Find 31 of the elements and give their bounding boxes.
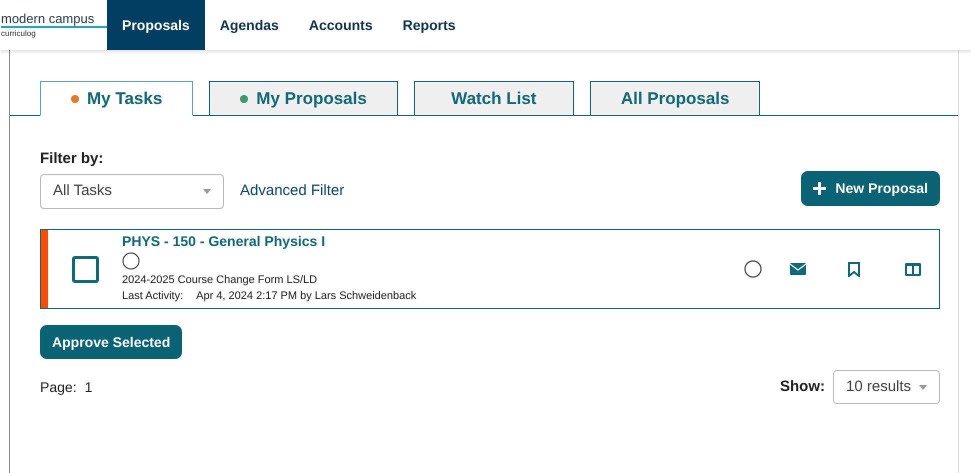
- nav-tab[interactable]: Accounts: [294, 0, 388, 50]
- tab[interactable]: Watch List: [414, 81, 574, 115]
- bookmark-icon[interactable]: [848, 262, 860, 276]
- circle-icon: [122, 252, 140, 270]
- results-dropdown[interactable]: 10 results: [833, 370, 940, 404]
- activity-label: Last Activity:: [122, 289, 184, 303]
- caret-icon: [203, 189, 211, 194]
- approve-selected-button[interactable]: Approve Selected: [40, 325, 182, 359]
- tab[interactable]: My Proposals: [209, 81, 398, 115]
- tab[interactable]: My Tasks: [40, 81, 194, 116]
- form-name: 2024-2025 Course Change Form LS/LD: [122, 273, 318, 287]
- last-activity: Apr 4, 2024 2:17 PM by Lars Schweidenback: [196, 289, 416, 303]
- nav-tab[interactable]: Proposals: [107, 0, 205, 50]
- new-proposal-button[interactable]: New Proposal: [801, 171, 940, 206]
- page-label: Page:: [40, 378, 77, 397]
- proposal-title[interactable]: PHYS - 150 - General Physics I: [122, 233, 744, 250]
- nav-tab[interactable]: Agendas: [204, 0, 294, 50]
- filter-label: Filter by:: [40, 150, 104, 168]
- tab[interactable]: All Proposals: [590, 81, 760, 115]
- nav-tab[interactable]: Reports: [388, 0, 471, 50]
- plus-icon: [813, 182, 826, 195]
- logo-product: curriculog: [1, 28, 37, 39]
- show-label: Show:: [780, 376, 825, 397]
- envelope-icon[interactable]: [790, 263, 806, 275]
- columns-icon[interactable]: [905, 262, 921, 276]
- checkbox[interactable]: [72, 256, 98, 282]
- page-number: 1: [84, 378, 92, 396]
- circle-icon[interactable]: [744, 260, 762, 278]
- advanced-filter-link[interactable]: Advanced Filter: [240, 180, 344, 203]
- task-filter-dropdown[interactable]: All Tasks: [40, 174, 224, 209]
- caret-icon: [919, 384, 927, 390]
